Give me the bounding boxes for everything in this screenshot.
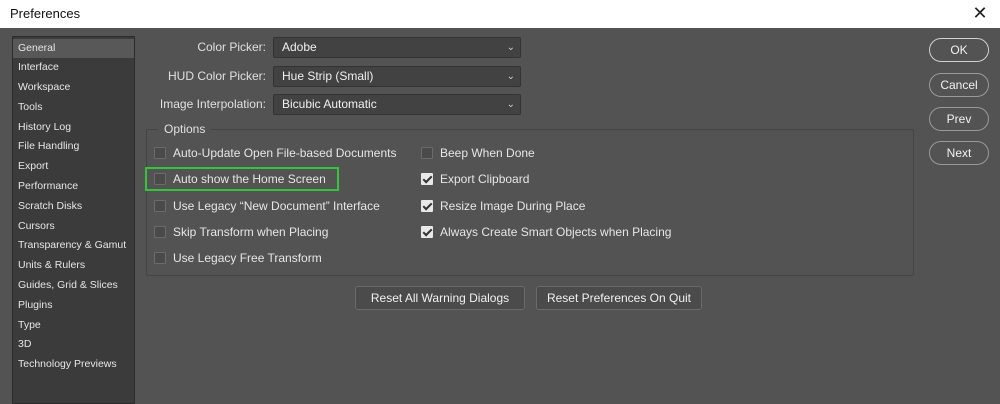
- image-interpolation-select[interactable]: Bicubic Automatic ⌄: [273, 94, 521, 115]
- sidebar-item-tools[interactable]: Tools: [13, 98, 134, 117]
- sidebar-item-scratch-disks[interactable]: Scratch Disks: [13, 197, 134, 216]
- sidebar-item-performance[interactable]: Performance: [13, 177, 134, 196]
- checkbox-box[interactable]: [154, 147, 166, 159]
- close-icon[interactable]: ✕: [970, 3, 990, 23]
- sidebar-item-interface[interactable]: Interface: [13, 58, 134, 77]
- sidebar-item-export[interactable]: Export: [13, 157, 134, 176]
- checkbox-label: Beep When Done: [440, 146, 535, 160]
- cancel-button[interactable]: Cancel: [929, 73, 989, 97]
- checkbox-box[interactable]: [421, 226, 433, 238]
- sidebar-item-3d[interactable]: 3D: [13, 335, 134, 354]
- sidebar-item-workspace[interactable]: Workspace: [13, 78, 134, 97]
- image-interpolation-label: Image Interpolation:: [159, 97, 266, 111]
- checkbox-label: Resize Image During Place: [440, 199, 586, 213]
- checkbox-box[interactable]: [154, 200, 166, 212]
- hud-color-picker-label: HUD Color Picker:: [167, 69, 266, 83]
- sidebar-item-general[interactable]: General: [13, 39, 134, 58]
- checkbox-label: Use Legacy Free Transform: [173, 251, 322, 265]
- sidebar-item-plugins[interactable]: Plugins: [13, 296, 134, 315]
- chevron-down-icon: ⌄: [506, 42, 515, 53]
- color-picker-select[interactable]: Adobe ⌄: [273, 37, 521, 58]
- prev-button[interactable]: Prev: [929, 107, 989, 131]
- sidebar-item-history-log[interactable]: History Log: [13, 118, 134, 137]
- checkbox-box[interactable]: [421, 200, 433, 212]
- hud-color-picker-value: Hue Strip (Small): [282, 69, 374, 83]
- sidebar-item-units-rulers[interactable]: Units & Rulers: [13, 256, 134, 275]
- chevron-down-icon: ⌄: [506, 99, 515, 110]
- checkbox-label: Auto-Update Open File-based Documents: [173, 146, 397, 160]
- title-bar: Preferences ✕: [0, 0, 1000, 28]
- color-picker-value: Adobe: [282, 40, 317, 54]
- window-title: Preferences: [10, 6, 81, 21]
- sidebar-item-technology-previews[interactable]: Technology Previews: [13, 355, 134, 374]
- reset-preferences-button[interactable]: Reset Preferences On Quit: [536, 286, 702, 310]
- sidebar-item-guides-grid-slices[interactable]: Guides, Grid & Slices: [13, 276, 134, 295]
- checkbox-box[interactable]: [154, 252, 166, 264]
- next-button[interactable]: Next: [929, 141, 989, 165]
- color-picker-label: Color Picker:: [197, 40, 266, 54]
- checkbox-box[interactable]: [154, 226, 166, 238]
- image-interpolation-value: Bicubic Automatic: [282, 97, 377, 111]
- checkbox-label: Skip Transform when Placing: [173, 225, 329, 239]
- sidebar-item-cursors[interactable]: Cursors: [13, 217, 134, 236]
- checkbox-label: Always Create Smart Objects when Placing: [440, 225, 672, 239]
- checkbox-box[interactable]: [421, 173, 433, 185]
- sidebar-item-transparency-gamut[interactable]: Transparency & Gamut: [13, 236, 134, 255]
- checkbox-label: Use Legacy “New Document” Interface: [173, 199, 380, 213]
- checkbox-box[interactable]: [421, 147, 433, 159]
- hud-color-picker-select[interactable]: Hue Strip (Small) ⌄: [273, 66, 521, 87]
- ok-button[interactable]: OK: [929, 38, 989, 62]
- options-title: Options: [158, 122, 212, 136]
- checkbox-label: Export Clipboard: [440, 172, 530, 186]
- chevron-down-icon: ⌄: [506, 71, 515, 82]
- reset-warning-dialogs-button[interactable]: Reset All Warning Dialogs: [355, 286, 525, 310]
- sidebar-item-file-handling[interactable]: File Handling: [13, 137, 134, 156]
- sidebar-item-type[interactable]: Type: [13, 316, 134, 335]
- preferences-sidebar: General Interface Workspace Tools Histor…: [12, 36, 135, 404]
- highlight-box: [145, 167, 339, 191]
